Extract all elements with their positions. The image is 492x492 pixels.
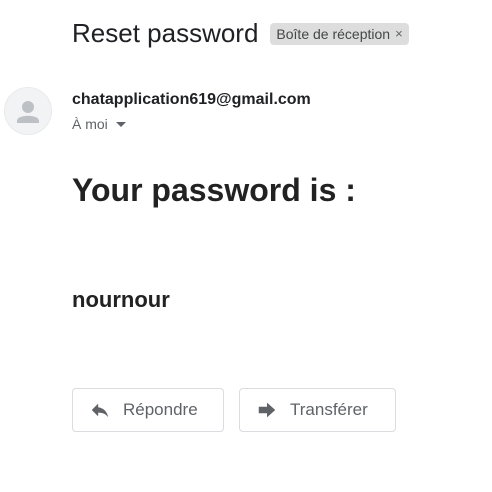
sender-avatar[interactable] xyxy=(4,87,52,135)
password-value: nournour xyxy=(72,287,170,312)
remove-label-close-icon[interactable]: × xyxy=(395,26,403,41)
inbox-label-text: Boîte de réception xyxy=(276,25,391,42)
forward-button[interactable]: Transférer xyxy=(239,388,396,432)
body-heading: Your password is : xyxy=(72,172,356,208)
person-icon xyxy=(17,101,39,123)
recipient-label: À moi xyxy=(72,116,108,132)
reply-label: Répondre xyxy=(123,400,198,419)
recipient-details-toggle[interactable]: À moi xyxy=(72,116,126,132)
forward-icon xyxy=(256,399,278,421)
email-subject: Reset password xyxy=(72,18,259,48)
reply-button[interactable]: Répondre xyxy=(72,388,224,432)
forward-label: Transférer xyxy=(290,400,368,419)
reply-icon xyxy=(89,399,111,421)
sender-email: chatapplication619@gmail.com xyxy=(72,91,311,108)
subject-row: Reset password Boîte de réception × xyxy=(72,18,409,49)
chevron-down-icon[interactable] xyxy=(115,121,126,127)
inbox-label-badge[interactable]: Boîte de réception × xyxy=(270,22,409,45)
